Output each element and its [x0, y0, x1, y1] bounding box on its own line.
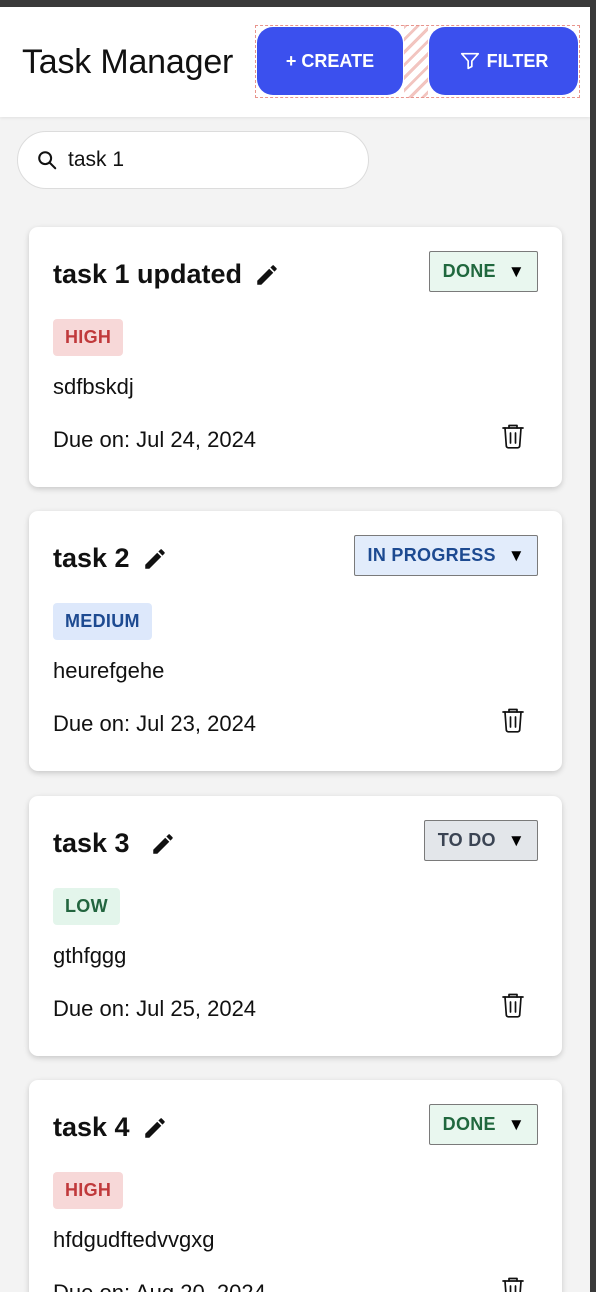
filter-button[interactable]: FILTER	[429, 27, 578, 95]
task-card: task 4 DONE ▼ HIGH hfdgudftedvvgxg Due o…	[29, 1080, 562, 1292]
edit-pencil-icon[interactable]	[142, 546, 168, 572]
task-card: task 2 IN PROGRESS ▼ MEDIUM heurefgehe D…	[29, 511, 562, 771]
app-title: Task Manager	[22, 43, 234, 81]
filter-button-label: FILTER	[486, 50, 549, 71]
delete-trash-icon[interactable]	[501, 992, 525, 1018]
task-title-text: task 2	[53, 543, 130, 573]
task-due-date: Due on: Jul 23, 2024	[53, 711, 257, 736]
task-description: sdfbskdj	[53, 374, 134, 399]
priority-badge: LOW	[53, 888, 120, 925]
delete-trash-icon[interactable]	[501, 1276, 525, 1292]
task-title: task 4	[53, 1112, 168, 1143]
status-dropdown[interactable]: DONE ▼	[428, 1104, 538, 1145]
task-description: heurefgehe	[53, 658, 165, 683]
status-value: IN PROGRESS	[367, 545, 496, 565]
app-header: Task Manager + CREATE FILTER	[0, 7, 590, 117]
status-value: DONE	[442, 261, 496, 281]
task-title: task 3	[53, 828, 176, 859]
status-value: DONE	[442, 1114, 496, 1134]
create-task-button[interactable]: + CREATE	[257, 27, 403, 95]
task-title-text: task 4	[53, 1112, 130, 1142]
delete-trash-icon[interactable]	[501, 423, 525, 449]
status-dropdown[interactable]: IN PROGRESS ▼	[353, 535, 538, 576]
task-title: task 1 updated	[53, 259, 280, 290]
delete-trash-icon[interactable]	[501, 707, 525, 733]
task-title-text: task 1 updated	[53, 259, 243, 289]
edit-pencil-icon[interactable]	[254, 262, 280, 288]
dropdown-caret-icon: ▼	[507, 830, 525, 850]
task-title: task 2	[53, 543, 168, 574]
dropdown-caret-icon: ▼	[507, 1114, 525, 1134]
task-description: hfdgudftedvvgxg	[53, 1227, 215, 1252]
dropdown-caret-icon: ▼	[507, 261, 525, 281]
task-due-date: Due on: Aug 20, 2024	[53, 1280, 266, 1292]
filter-icon	[460, 52, 479, 70]
status-dropdown[interactable]: TO DO ▼	[423, 820, 538, 861]
status-value: TO DO	[437, 830, 496, 850]
dropdown-caret-icon: ▼	[507, 545, 525, 565]
search-input[interactable]	[68, 148, 348, 172]
task-card: task 3 TO DO ▼ LOW gthfggg Due on: Jul 2…	[29, 796, 562, 1056]
button-gap-highlight	[404, 25, 428, 98]
priority-badge: HIGH	[53, 1172, 124, 1209]
priority-badge: MEDIUM	[53, 603, 152, 640]
task-title-text: task 3	[53, 828, 130, 858]
edit-pencil-icon[interactable]	[150, 831, 176, 857]
create-button-label: + CREATE	[285, 50, 375, 71]
task-due-date: Due on: Jul 25, 2024	[53, 996, 257, 1021]
status-dropdown[interactable]: DONE ▼	[428, 251, 538, 292]
task-description: gthfggg	[53, 943, 127, 968]
window-right-edge	[590, 0, 596, 1292]
search-box[interactable]	[17, 131, 369, 189]
priority-badge: HIGH	[53, 319, 124, 356]
edit-pencil-icon[interactable]	[142, 1115, 168, 1141]
window-top-edge	[0, 0, 596, 7]
task-card: task 1 updated DONE ▼ HIGH sdfbskdj Due …	[29, 227, 562, 487]
task-due-date: Due on: Jul 24, 2024	[53, 427, 257, 452]
search-icon	[38, 151, 57, 170]
